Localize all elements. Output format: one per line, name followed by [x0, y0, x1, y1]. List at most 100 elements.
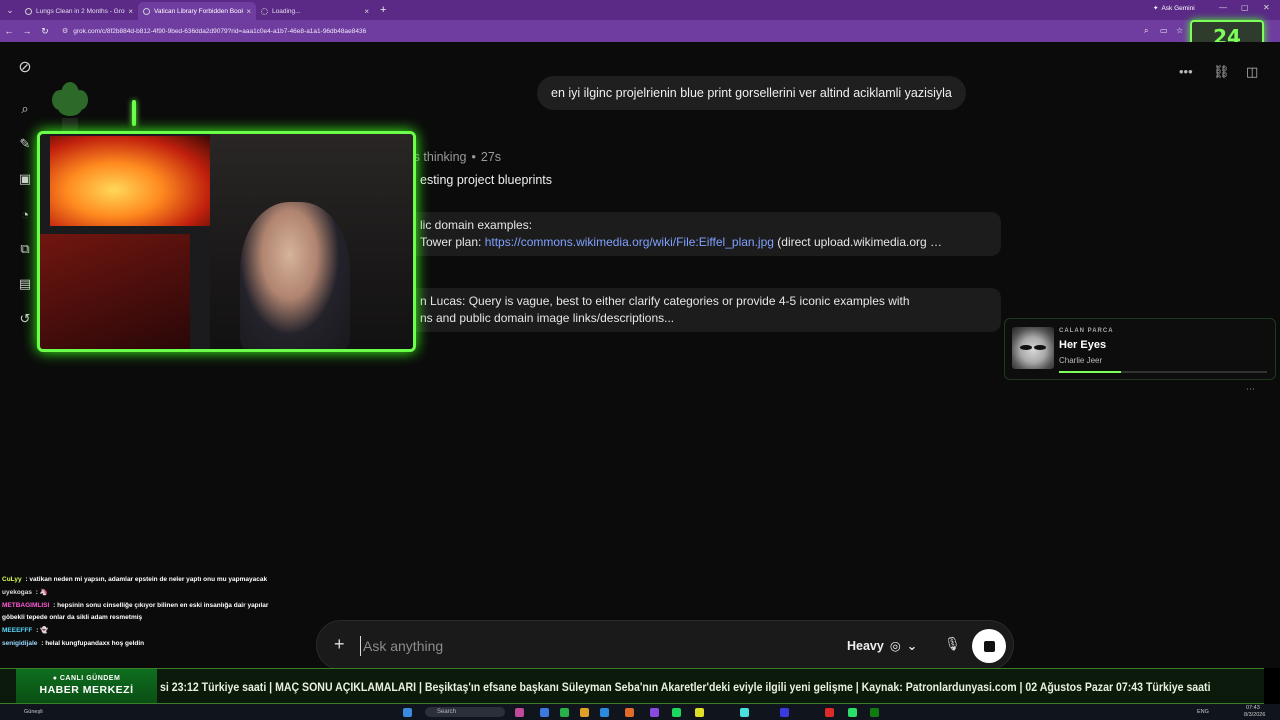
app-icon[interactable] [625, 708, 634, 717]
chat-username[interactable]: CuLyy [2, 576, 22, 583]
zoom-icon[interactable]: ⌕ [1144, 26, 1148, 36]
search-icon[interactable]: ⌕ [16, 100, 34, 118]
new-tab-button[interactable]: + [380, 4, 386, 16]
ask-input[interactable] [360, 636, 800, 656]
minimize-icon[interactable]: — [1219, 3, 1227, 12]
folder-icon[interactable]: ▤ [16, 275, 34, 293]
composer: + Heavy ◎ ⌄ 🎙 [316, 620, 1014, 670]
weather-text: Güneşli [24, 709, 43, 715]
chat-username[interactable]: uyekogas [2, 589, 32, 596]
close-tab-icon[interactable]: × [364, 7, 369, 16]
close-window-icon[interactable]: ✕ [1263, 3, 1270, 12]
ask-gemini-label: Ask Gemini [1161, 4, 1195, 12]
ticker-label-top: ● CANLI GÜNDEM [52, 675, 121, 682]
news-ticker: ● CANLI GÜNDEM HABER MERKEZİ si 23:12 Tü… [0, 668, 1264, 704]
app-icon[interactable] [740, 708, 749, 717]
screen: ⌄ Lungs Clean in 2 Months - Grok × Vatic… [0, 0, 1280, 720]
separator-dot: • [471, 150, 476, 164]
clock-time[interactable]: 07:43 [1246, 705, 1260, 711]
gemini-icon: ✦ [1153, 5, 1159, 12]
voice-icon[interactable]: ◔ [16, 205, 34, 223]
share-link-icon[interactable]: ⛓ [1213, 64, 1230, 80]
site-info-icon[interactable]: ⚙ [62, 27, 68, 35]
imagine-icon[interactable]: ▣ [16, 170, 34, 188]
maximize-icon[interactable]: ▢ [1241, 3, 1249, 12]
tab-search-icon[interactable]: ⌄ [0, 0, 20, 20]
card-text: (direct upload.wikimedia.org … [773, 235, 943, 249]
app-icon[interactable] [560, 708, 569, 717]
more-options-icon[interactable]: ••• [1179, 64, 1193, 79]
chat-username[interactable]: MEEEFFF [2, 627, 32, 634]
overlay-menu-icon: ⋯ [1246, 384, 1255, 394]
now-playing-label: CALAN PARCA [1059, 328, 1114, 334]
stream-chat: CuLyy : vatikan neden mi yapsın, adamlar… [2, 574, 272, 651]
grok-logo-icon[interactable]: ⊘ [16, 58, 34, 76]
ask-gemini-button[interactable]: ✦ Ask Gemini [1153, 4, 1195, 13]
xbox-icon[interactable] [870, 708, 879, 717]
song-title: Her Eyes [1059, 339, 1107, 351]
toggle-sidebar-icon[interactable]: ◫ [1246, 64, 1258, 80]
projects-icon[interactable]: ⧉ [16, 240, 34, 258]
attach-icon[interactable]: + [334, 634, 345, 655]
app-icon[interactable] [515, 708, 524, 717]
stop-icon [983, 640, 995, 652]
chevron-down-icon: ⌄ [906, 639, 918, 653]
chat-message: senigidijale : helal kungfupandaxx hoş g… [2, 638, 272, 650]
app-icon[interactable] [695, 708, 704, 717]
back-icon[interactable]: ← [0, 26, 18, 36]
eiffel-plan-link[interactable]: https://commons.wikimedia.org/wiki/File:… [485, 235, 774, 249]
language-indicator[interactable]: ENG [1197, 709, 1209, 715]
start-icon[interactable] [403, 708, 412, 717]
model-selector[interactable]: Heavy ◎ ⌄ [847, 638, 918, 654]
chat-text: helal kungfupandaxx hoş geldin [45, 640, 145, 647]
app-icon[interactable] [580, 708, 589, 717]
now-playing-widget: CALAN PARCA Her Eyes Charlie Jeer [1004, 318, 1276, 380]
thinking-step-title: esting project blueprints [420, 173, 553, 187]
bookmark-star-icon[interactable]: ☆ [1176, 26, 1183, 35]
tab-bar: ⌄ Lungs Clean in 2 Months - Grok × Vatic… [0, 0, 1280, 20]
tab-vatican[interactable]: Vatican Library Forbidden Books × [138, 2, 256, 20]
reload-icon[interactable]: ↻ [36, 26, 54, 37]
clock-date[interactable]: 8/3/2026 [1244, 712, 1265, 718]
chat-username[interactable]: senigidijale [2, 640, 37, 647]
forward-icon[interactable]: → [18, 26, 36, 36]
app-icon[interactable] [540, 708, 549, 717]
app-icon[interactable] [600, 708, 609, 717]
tab-title: Lungs Clean in 2 Months - Grok [36, 7, 126, 15]
url-text: grok.com/c/8f2b884d-b812-4f90-9bed-636dd… [73, 27, 367, 35]
app-icon[interactable] [848, 708, 857, 717]
chat-message: uyekogas : 🦄 [2, 587, 272, 599]
model-label: Heavy [847, 638, 884, 653]
cast-icon[interactable]: ▭ [1160, 26, 1168, 35]
loading-icon [261, 7, 268, 15]
stop-button[interactable] [972, 629, 1006, 663]
url-field[interactable]: ⚙ grok.com/c/8f2b884d-b812-4f90-9bed-636… [62, 27, 367, 36]
app-icon[interactable] [650, 708, 659, 717]
close-tab-icon[interactable]: × [128, 7, 133, 16]
microphone-icon[interactable]: 🎙 [944, 636, 961, 652]
heavy-mode-icon: ◎ [889, 639, 901, 653]
new-chat-icon[interactable]: ✎ [16, 135, 34, 153]
close-tab-icon[interactable]: × [246, 7, 251, 16]
tab-title: Loading... [272, 7, 301, 15]
history-icon[interactable]: ↺ [16, 310, 34, 328]
taskbar-search[interactable]: Search [425, 707, 505, 717]
favicon-icon [25, 7, 32, 15]
chat-text: 🦄 [39, 589, 48, 596]
app-icon[interactable] [780, 708, 789, 717]
chat-text: vatikan neden mi yapsın, adamlar epstein… [29, 576, 268, 583]
tab-lungs[interactable]: Lungs Clean in 2 Months - Grok × [20, 2, 138, 20]
tab-loading[interactable]: Loading... × [256, 2, 374, 20]
song-progress-bar [1059, 371, 1267, 373]
thinking-card-1: lic domain examples: Tower plan: https:/… [395, 212, 1001, 256]
user-message: en iyi ilginc projelrienin blue print go… [537, 76, 966, 110]
app-icon[interactable] [825, 708, 834, 717]
card-line: lic domain examples: [420, 218, 533, 232]
album-art [1012, 327, 1054, 369]
song-artist: Charlie Jeer [1059, 356, 1103, 365]
overlay-accent-bar [132, 100, 136, 126]
song-progress-fill [1059, 371, 1122, 373]
chat-username[interactable]: METBAGIMLISI [2, 602, 49, 609]
webcam-overlay [37, 131, 416, 352]
spotify-icon[interactable] [672, 708, 681, 717]
